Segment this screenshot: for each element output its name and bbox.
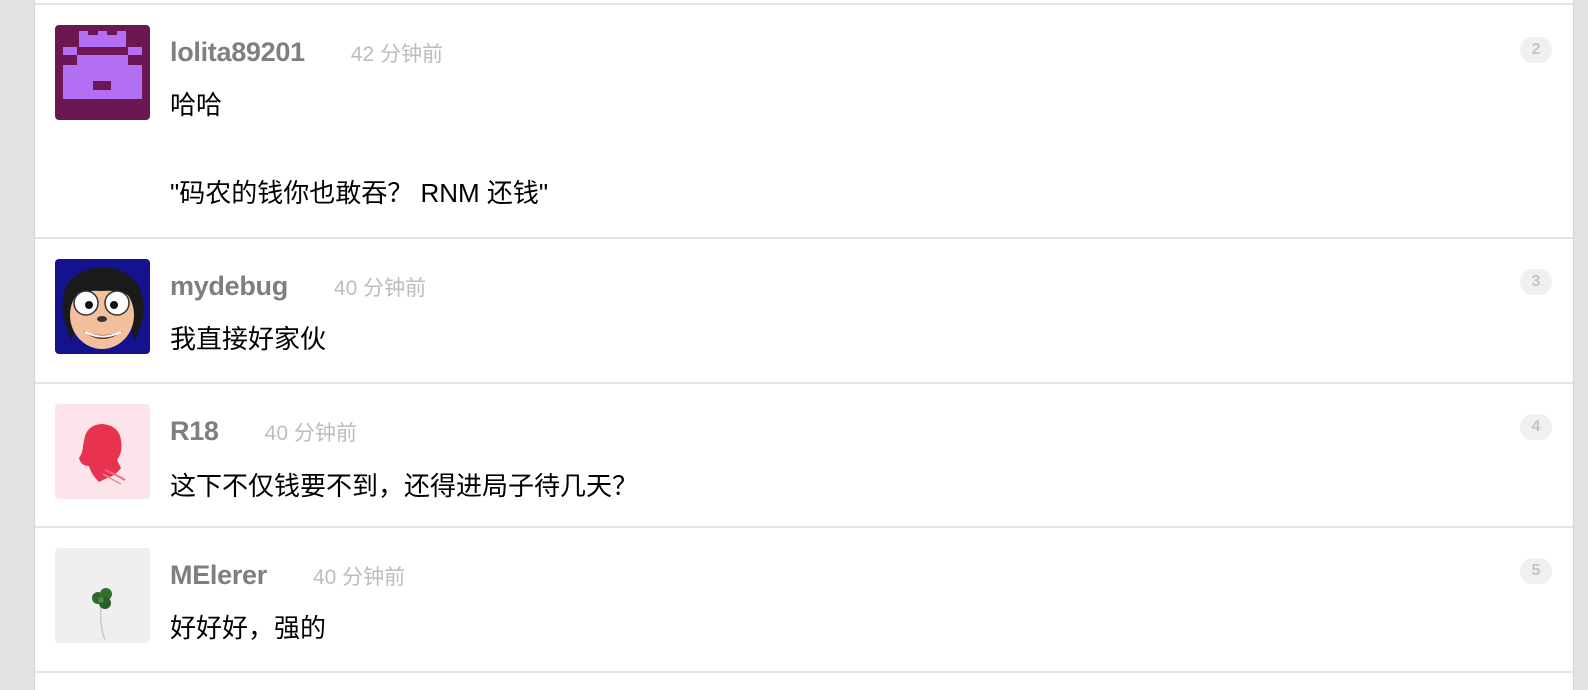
reply-meta: R18 40 分钟前 [170, 416, 357, 448]
cartoon-face-avatar-icon[interactable] [55, 259, 150, 354]
reply-item: mydebug 40 分钟前 我直接好家伙 3 [35, 239, 1573, 384]
reply-meta: MElerer 40 分钟前 [170, 560, 405, 592]
reply-time: 40 分钟前 [333, 277, 427, 300]
username-link[interactable]: mydebug [170, 271, 288, 302]
replies-panel: lolita89201 42 分钟前 哈哈 "码农的钱你也敢吞？ RNM 还钱"… [34, 0, 1574, 690]
reply-item: lolita89201 42 分钟前 哈哈 "码农的钱你也敢吞？ RNM 还钱"… [35, 5, 1573, 239]
reply-content: 好好好，强的 [170, 613, 327, 643]
reply-content: 哈哈 "码农的钱你也敢吞？ RNM 还钱" [170, 90, 549, 208]
reply-time: 40 分钟前 [264, 422, 357, 445]
username-link[interactable]: MElerer [170, 560, 267, 591]
floor-number-badge: 3 [1520, 269, 1552, 295]
clover-avatar-icon[interactable] [55, 548, 150, 643]
reply-content: 我直接好家伙 [170, 324, 327, 354]
reply-time: 40 分钟前 [312, 566, 406, 589]
red-silhouette-avatar-icon[interactable] [55, 404, 150, 499]
username-link[interactable]: R18 [170, 416, 219, 447]
reply-meta: mydebug 40 分钟前 [170, 271, 426, 303]
reply-time: 42 分钟前 [350, 43, 443, 66]
reply-item: R18 40 分钟前 这下不仅钱要不到，还得进局子待几天？ 4 [35, 384, 1573, 528]
floor-number-badge: 4 [1520, 414, 1552, 440]
reply-item: MElerer 40 分钟前 好好好，强的 5 [35, 528, 1573, 673]
floor-number-badge: 2 [1520, 37, 1552, 63]
reply-meta: lolita89201 42 分钟前 [170, 37, 443, 69]
reply-content: 这下不仅钱要不到，还得进局子待几天？ [170, 471, 639, 501]
floor-number-badge: 5 [1520, 558, 1552, 584]
purple-pixel-avatar-icon[interactable] [55, 25, 150, 120]
username-link[interactable]: lolita89201 [170, 37, 305, 68]
